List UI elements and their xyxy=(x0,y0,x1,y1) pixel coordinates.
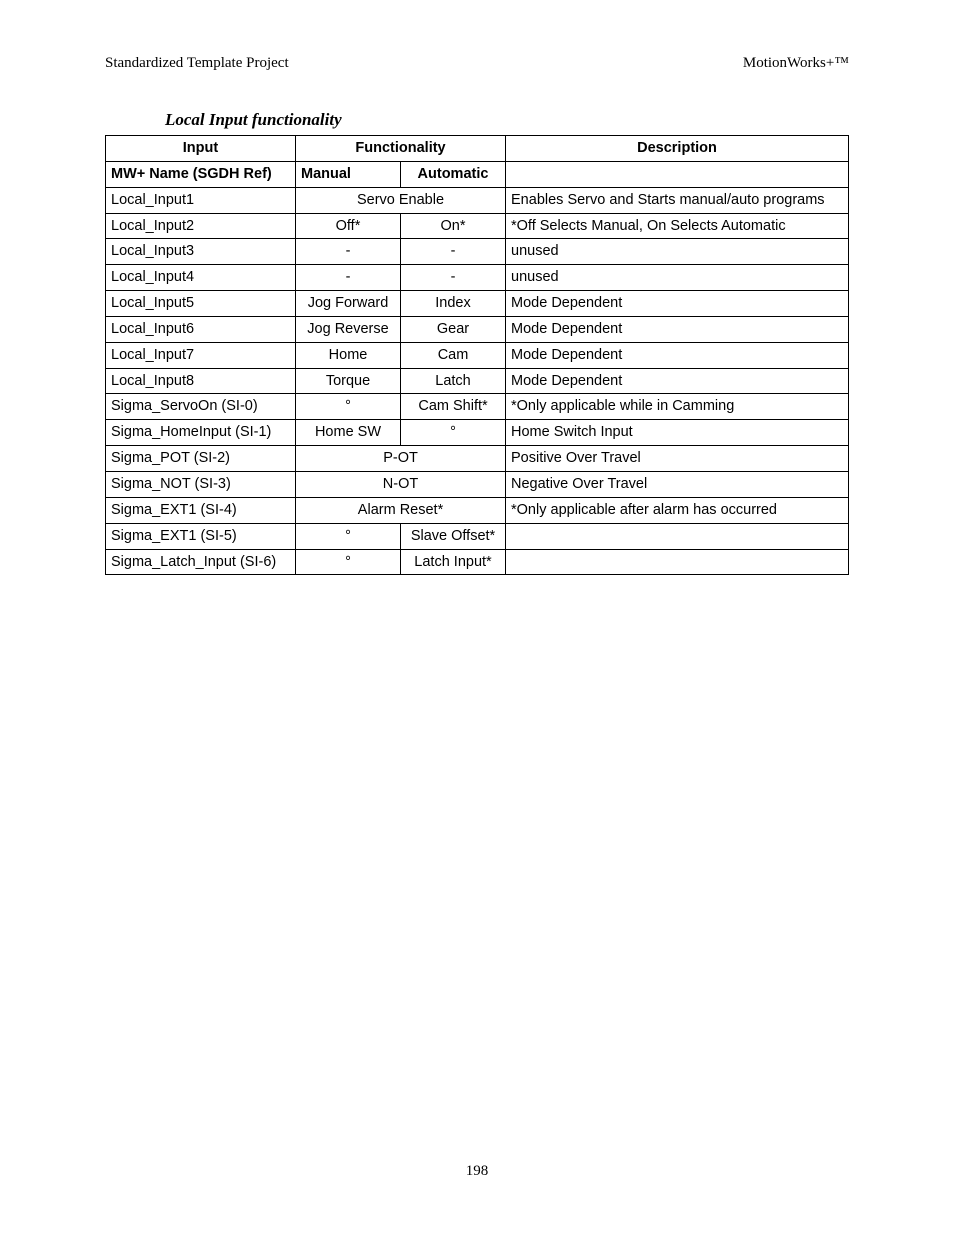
table-row: Sigma_NOT (SI-3)N-OTNegative Over Travel xyxy=(106,471,849,497)
table-row: Sigma_EXT1 (SI-4)Alarm Reset**Only appli… xyxy=(106,497,849,523)
col-header-description: Description xyxy=(506,136,849,162)
cell-manual: - xyxy=(296,239,401,265)
cell-name: Sigma_EXT1 (SI-4) xyxy=(106,497,296,523)
table-row: Local_Input8TorqueLatchMode Dependent xyxy=(106,368,849,394)
cell-manual: Jog Forward xyxy=(296,291,401,317)
table-row: Sigma_POT (SI-2)P-OTPositive Over Travel xyxy=(106,446,849,472)
cell-name: Local_Input4 xyxy=(106,265,296,291)
cell-description: Home Switch Input xyxy=(506,420,849,446)
subheader-automatic: Automatic xyxy=(401,161,506,187)
cell-description: Mode Dependent xyxy=(506,291,849,317)
cell-name: Local_Input8 xyxy=(106,368,296,394)
cell-manual: - xyxy=(296,265,401,291)
cell-manual: ° xyxy=(296,394,401,420)
cell-name: Local_Input5 xyxy=(106,291,296,317)
cell-name: Sigma_EXT1 (SI-5) xyxy=(106,523,296,549)
local-input-table: Input Functionality Description MW+ Name… xyxy=(105,135,849,575)
cell-functionality-merged: P-OT xyxy=(296,446,506,472)
table-row: Local_Input5Jog ForwardIndexMode Depende… xyxy=(106,291,849,317)
page-header: Standardized Template Project MotionWork… xyxy=(105,55,849,72)
cell-name: Sigma_ServoOn (SI-0) xyxy=(106,394,296,420)
cell-description: Mode Dependent xyxy=(506,316,849,342)
col-header-functionality: Functionality xyxy=(296,136,506,162)
cell-automatic: - xyxy=(401,265,506,291)
cell-functionality-merged: N-OT xyxy=(296,471,506,497)
cell-automatic: Slave Offset* xyxy=(401,523,506,549)
cell-functionality-merged: Alarm Reset* xyxy=(296,497,506,523)
cell-description: Mode Dependent xyxy=(506,368,849,394)
cell-name: Sigma_Latch_Input (SI-6) xyxy=(106,549,296,575)
cell-automatic: Gear xyxy=(401,316,506,342)
cell-manual: ° xyxy=(296,549,401,575)
cell-description: *Only applicable after alarm has occurre… xyxy=(506,497,849,523)
subheader-manual: Manual xyxy=(296,161,401,187)
cell-automatic: Index xyxy=(401,291,506,317)
cell-automatic: ° xyxy=(401,420,506,446)
table-row: Sigma_Latch_Input (SI-6)°Latch Input* xyxy=(106,549,849,575)
table-row: Sigma_EXT1 (SI-5)°Slave Offset* xyxy=(106,523,849,549)
cell-automatic: On* xyxy=(401,213,506,239)
cell-description: *Off Selects Manual, On Selects Automati… xyxy=(506,213,849,239)
cell-automatic: Cam Shift* xyxy=(401,394,506,420)
table-row: Sigma_ServoOn (SI-0)°Cam Shift**Only app… xyxy=(106,394,849,420)
table-row: Local_Input6Jog ReverseGearMode Dependen… xyxy=(106,316,849,342)
cell-manual: Jog Reverse xyxy=(296,316,401,342)
cell-automatic: Latch xyxy=(401,368,506,394)
cell-name: Local_Input1 xyxy=(106,187,296,213)
cell-description: Negative Over Travel xyxy=(506,471,849,497)
cell-name: Local_Input2 xyxy=(106,213,296,239)
cell-description xyxy=(506,523,849,549)
table-header-row-1: Input Functionality Description xyxy=(106,136,849,162)
cell-name: Local_Input6 xyxy=(106,316,296,342)
cell-description xyxy=(506,549,849,575)
cell-description: unused xyxy=(506,239,849,265)
table-row: Local_Input4--unused xyxy=(106,265,849,291)
table-header-row-2: MW+ Name (SGDH Ref)ManualAutomatic xyxy=(106,161,849,187)
header-left: Standardized Template Project xyxy=(105,55,289,72)
cell-name: Local_Input7 xyxy=(106,342,296,368)
table-row: Local_Input7HomeCamMode Dependent xyxy=(106,342,849,368)
cell-description: Mode Dependent xyxy=(506,342,849,368)
col-header-input: Input xyxy=(106,136,296,162)
cell-automatic: Latch Input* xyxy=(401,549,506,575)
cell-description: Enables Servo and Starts manual/auto pro… xyxy=(506,187,849,213)
subheader-empty xyxy=(506,161,849,187)
cell-functionality-merged: Servo Enable xyxy=(296,187,506,213)
table-row: Local_Input2Off*On**Off Selects Manual, … xyxy=(106,213,849,239)
header-right: MotionWorks+™ xyxy=(743,55,849,72)
cell-name: Sigma_HomeInput (SI-1) xyxy=(106,420,296,446)
cell-automatic: - xyxy=(401,239,506,265)
section-title: Local Input functionality xyxy=(165,110,849,130)
cell-automatic: Cam xyxy=(401,342,506,368)
cell-name: Local_Input3 xyxy=(106,239,296,265)
cell-manual: Off* xyxy=(296,213,401,239)
page-number: 198 xyxy=(0,1163,954,1180)
cell-manual: ° xyxy=(296,523,401,549)
table-row: Local_Input1Servo EnableEnables Servo an… xyxy=(106,187,849,213)
cell-description: Positive Over Travel xyxy=(506,446,849,472)
cell-name: Sigma_POT (SI-2) xyxy=(106,446,296,472)
table-row: Sigma_HomeInput (SI-1)Home SW°Home Switc… xyxy=(106,420,849,446)
cell-description: *Only applicable while in Camming xyxy=(506,394,849,420)
cell-manual: Home xyxy=(296,342,401,368)
cell-description: unused xyxy=(506,265,849,291)
cell-name: Sigma_NOT (SI-3) xyxy=(106,471,296,497)
cell-manual: Home SW xyxy=(296,420,401,446)
subheader-mwname: MW+ Name (SGDH Ref) xyxy=(106,161,296,187)
cell-manual: Torque xyxy=(296,368,401,394)
table-row: Local_Input3--unused xyxy=(106,239,849,265)
